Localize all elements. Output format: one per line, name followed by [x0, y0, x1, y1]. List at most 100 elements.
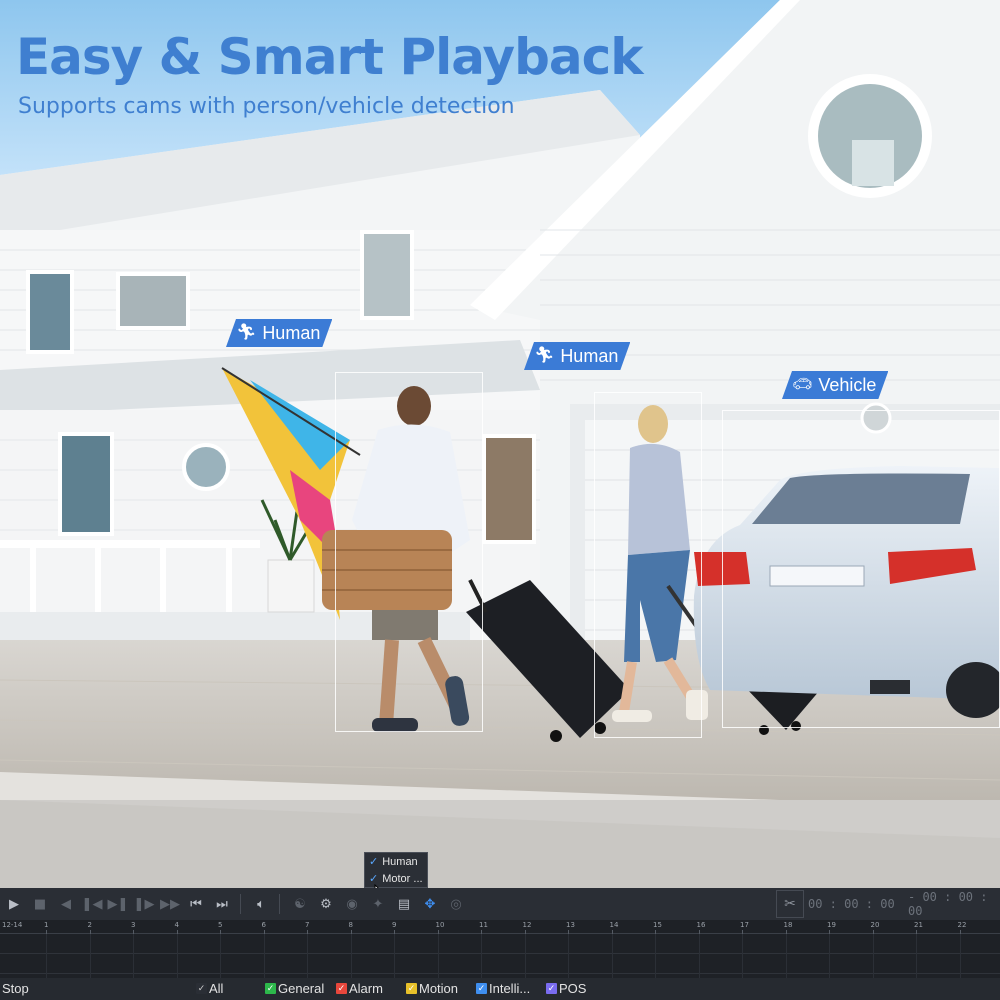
timeline-hour-label: 11 — [479, 921, 488, 929]
timeline-gridline — [46, 934, 47, 978]
skip-end-icon[interactable]: ⏭ — [210, 892, 234, 916]
legend-intelligent[interactable]: ✓ Intelli... — [476, 981, 530, 996]
timeline-hour-label: 1 — [44, 921, 49, 929]
timeline-gridline — [350, 934, 352, 978]
detection-tag-label: Vehicle — [818, 375, 877, 395]
snapshot-icon[interactable]: ◉ — [340, 892, 364, 916]
timeline-hour-label: 13 — [566, 921, 575, 929]
motion-filter-icon[interactable]: ✥ — [418, 892, 442, 916]
legend-motion[interactable]: ✓ Motion — [406, 981, 458, 996]
person-filter-icon[interactable]: ☯ — [288, 892, 312, 916]
timeline-gridline — [698, 934, 700, 978]
timeline-gridline — [916, 934, 917, 978]
timeline-hour-label: 2 — [87, 921, 92, 929]
step-forward-icon[interactable]: ❚▶ — [132, 892, 156, 916]
playback-panel: ▶ ■ ◀ ❚◀ ▶❚ ❚▶ ▶▶ ⏮ ⏭ 🔈︎ ☯ ⚙ ◉ ✦ ▤ ✥ ◎ ✂… — [0, 888, 1000, 1000]
scissors-icon[interactable]: ✂ — [776, 890, 804, 918]
timeline-hour-label: 4 — [174, 921, 179, 929]
frame-forward-icon[interactable]: ▶❚ — [106, 892, 130, 916]
legend-pos[interactable]: ✓ POS — [546, 981, 586, 996]
timeline-gridline — [742, 934, 743, 978]
checkmark-icon: ✓ — [369, 856, 379, 868]
timeline-gridline — [872, 934, 874, 978]
timeline-gridline — [959, 934, 961, 978]
checkbox-icon: ✓ — [265, 983, 276, 994]
timeline-gridline — [829, 934, 830, 978]
detection-tag-label: Human — [560, 346, 619, 366]
detection-box-human-1 — [335, 372, 483, 732]
timeline-hour-label: 10 — [435, 921, 445, 929]
filter-option-human[interactable]: ✓ Human — [365, 853, 427, 870]
person-running-icon: 🏃︎ — [534, 347, 555, 364]
legend-general[interactable]: ✓ General — [265, 981, 324, 996]
stop-icon[interactable]: ■ — [28, 892, 52, 916]
timeline-gridline — [524, 934, 526, 978]
subheadline: Supports cams with person/vehicle detect… — [18, 94, 515, 119]
checkbox-icon: ✓ — [196, 983, 207, 994]
timeline-hour-label: 21 — [914, 921, 923, 929]
timeline-hour-label: 18 — [783, 921, 793, 929]
smart-search-icon[interactable]: ⚙ — [314, 892, 338, 916]
timeline-track — [0, 934, 1000, 954]
legend-label: Alarm — [349, 981, 383, 996]
timeline-hour-label: 7 — [305, 921, 310, 929]
timeline-hour-label: 3 — [131, 921, 136, 929]
timeline-gridline — [611, 934, 613, 978]
detection-tag-human-2: 🏃︎ Human — [524, 342, 630, 370]
legend-all[interactable]: ✓ All — [196, 981, 223, 996]
event-legend: Stop ✓ All ✓ General ✓ Alarm ✓ Motion ✓ … — [0, 978, 1000, 1000]
settings-lens-icon[interactable]: ◎ — [444, 892, 468, 916]
timeline-gridline — [89, 934, 91, 978]
legend-label: General — [278, 981, 325, 996]
timeline-gridline — [481, 934, 482, 978]
timeline-ruler: 12-14 1 2 3 4 5 6 7 8 9 10 11 12 13 14 15 16 17 18 19 20 21 2… — [0, 920, 1000, 934]
screen-icon[interactable]: ▤ — [392, 892, 416, 916]
car-icon: 🚗︎ — [792, 376, 813, 393]
step-back-icon[interactable]: ◀ — [54, 892, 78, 916]
smart-filter-popup: ✓ Human ✓ Motor ... — [364, 852, 428, 888]
play-icon[interactable]: ▶ — [2, 892, 26, 916]
legend-label: All — [209, 981, 224, 996]
fast-forward-icon[interactable]: ▶▶ — [158, 892, 182, 916]
clip-start-time[interactable]: 00 : 00 : 00 — [808, 892, 895, 916]
timeline-gridline — [307, 934, 308, 978]
timeline-gridline — [176, 934, 178, 978]
timeline-gridline — [394, 934, 395, 978]
timeline-gridline — [263, 934, 265, 978]
timeline-gridline — [785, 934, 787, 978]
legend-label: POS — [559, 981, 587, 996]
toolbar-divider — [279, 894, 280, 914]
legend-label: Motion — [419, 981, 459, 996]
legend-alarm[interactable]: ✓ Alarm — [336, 981, 383, 996]
checkbox-icon: ✓ — [546, 983, 557, 994]
timeline-gridline — [133, 934, 134, 978]
checkbox-icon: ✓ — [476, 983, 487, 994]
timeline[interactable]: 12-14 1 2 3 4 5 6 7 8 9 10 11 12 13 14 15 16 17 18 19 20 21 2… — [0, 920, 1000, 978]
filter-option-label: Human — [382, 855, 418, 868]
person-running-icon: 🏃︎ — [236, 324, 257, 341]
timeline-gridline — [220, 934, 221, 978]
timeline-hour-label: 17 — [740, 921, 749, 929]
headline: Easy & Smart Playback — [16, 28, 643, 86]
timeline-gridline — [568, 934, 569, 978]
timeline-hour-label: 14 — [609, 921, 619, 929]
skip-start-icon[interactable]: ⏮ — [184, 892, 208, 916]
stop-label[interactable]: Stop — [2, 981, 29, 996]
filter-option-label: Motor ... — [382, 872, 423, 885]
volume-icon[interactable]: 🔈︎ — [249, 892, 273, 916]
timeline-gridline — [655, 934, 656, 978]
timeline-hour-label: 8 — [348, 921, 353, 929]
legend-label: Intelli... — [489, 981, 531, 996]
timeline-gridline — [437, 934, 439, 978]
timeline-hour-label: 5 — [218, 921, 223, 929]
clip-end-time[interactable]: - 00 : 00 : 00 — [908, 890, 1000, 918]
frame-back-icon[interactable]: ❚◀ — [80, 892, 104, 916]
pin-icon[interactable]: ✦ — [366, 892, 390, 916]
detection-tag-vehicle: 🚗︎ Vehicle — [782, 371, 888, 399]
timeline-hour-label: 15 — [653, 921, 662, 929]
detection-box-vehicle — [722, 410, 1000, 728]
detection-tag-human-1: 🏃︎ Human — [226, 319, 332, 347]
detection-tag-label: Human — [262, 323, 321, 343]
checkbox-icon: ✓ — [406, 983, 417, 994]
timeline-hour-label: 16 — [696, 921, 706, 929]
